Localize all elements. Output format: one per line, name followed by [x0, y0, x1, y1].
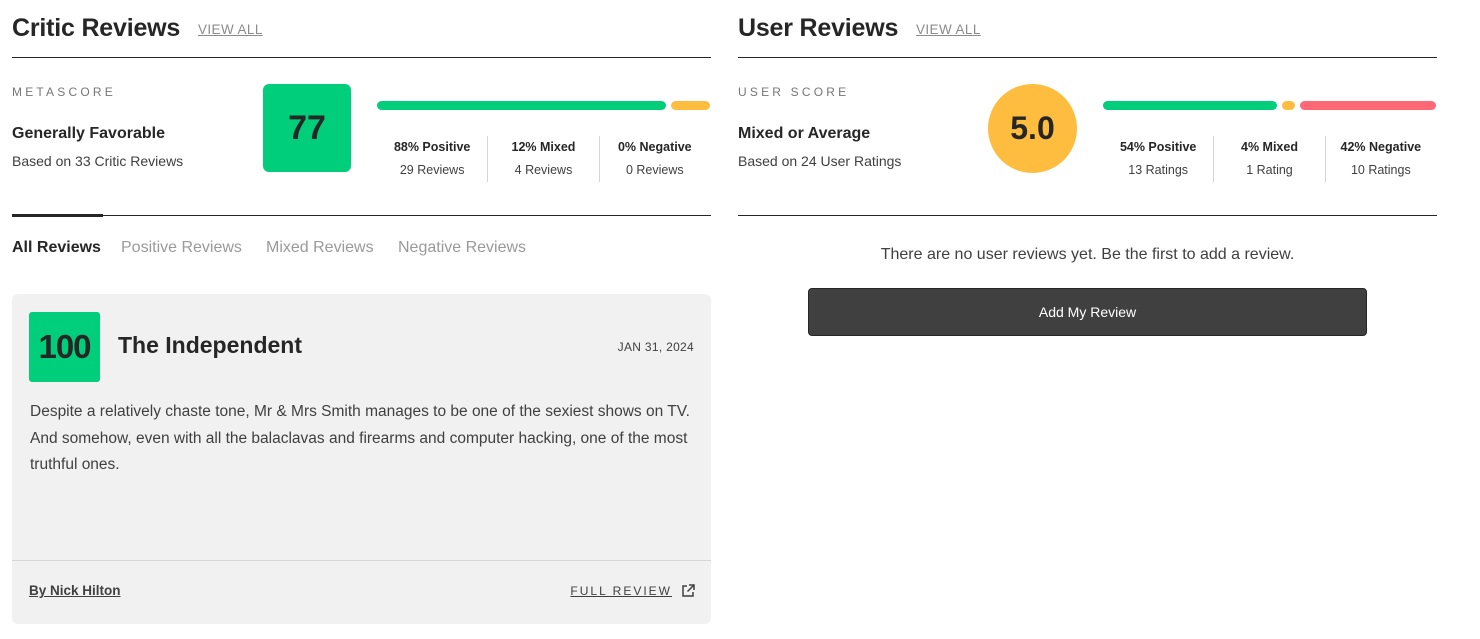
userscore-label: USER SCORE: [738, 85, 850, 99]
critic-review-count: Based on 33 Critic Reviews: [12, 153, 184, 169]
tab-negative-reviews[interactable]: Negative Reviews: [398, 239, 526, 257]
review-card-divider: [12, 560, 711, 561]
user-positive-count: 13 Ratings: [1128, 163, 1189, 177]
critic-distribution-bar: [377, 101, 710, 110]
user-view-all-link[interactable]: VIEW ALL: [916, 22, 981, 37]
critic-reviews-header: Critic Reviews VIEW ALL: [12, 0, 711, 58]
user-reviews-title: User Reviews: [738, 14, 899, 42]
review-publication[interactable]: The Independent: [118, 332, 302, 359]
user-negative-count: 10 Ratings: [1350, 163, 1411, 177]
critic-positive-count: 29 Reviews: [399, 163, 465, 177]
userscore-badge: 5.0: [988, 84, 1077, 173]
userscore-verdict: Mixed or Average: [738, 125, 871, 142]
tab-all-reviews[interactable]: All Reviews: [12, 239, 101, 257]
critic-positive-segment: [377, 101, 666, 110]
review-date: JAN 31, 2024: [617, 340, 694, 354]
tab-positive-reviews[interactable]: Positive Reviews: [121, 239, 242, 257]
critic-positive-stat[interactable]: 88% Positive 29 Reviews: [377, 136, 487, 182]
full-review-link[interactable]: FULL REVIEW: [570, 584, 695, 598]
critic-mixed-percent: 12% Mixed: [511, 140, 576, 154]
critic-negative-count: 0 Reviews: [625, 163, 684, 177]
critic-positive-percent: 88% Positive: [393, 140, 471, 154]
review-filter-tabs: All Reviews Positive Reviews Mixed Revie…: [12, 214, 711, 276]
no-user-reviews-message: There are no user reviews yet. Be the fi…: [880, 246, 1295, 263]
review-quote: Despite a relatively chaste tone, Mr & M…: [30, 403, 690, 473]
user-reviews-section: User Reviews VIEW ALL USER SCORE Mixed o…: [738, 0, 1437, 336]
metascore-verdict: Generally Favorable: [12, 125, 165, 142]
critic-review-card: 100 The Independent JAN 31, 2024 Despite…: [12, 294, 711, 624]
critic-negative-percent: 0% Negative: [617, 140, 692, 154]
metascore-summary: METASCORE Generally Favorable Based on 3…: [12, 58, 711, 216]
user-reviews-header: User Reviews VIEW ALL: [738, 0, 1437, 58]
userscore-summary: USER SCORE Mixed or Average Based on 24 …: [738, 58, 1437, 216]
critic-mixed-count: 4 Reviews: [514, 163, 573, 177]
review-author-link[interactable]: By Nick Hilton: [29, 583, 121, 598]
user-mixed-segment: [1282, 101, 1295, 110]
critic-distribution-stats: 88% Positive 29 Reviews 12% Mixed 4 Revi…: [377, 136, 710, 182]
user-positive-segment: [1103, 101, 1277, 110]
user-mixed-stat[interactable]: 4% Mixed 1 Rating: [1213, 136, 1324, 182]
user-positive-stat[interactable]: 54% Positive 13 Ratings: [1103, 136, 1213, 182]
review-score-badge: 100: [29, 312, 100, 382]
critic-mixed-stat[interactable]: 12% Mixed 4 Reviews: [487, 136, 598, 182]
user-negative-segment: [1300, 101, 1436, 110]
user-mixed-percent: 4% Mixed: [1241, 140, 1298, 154]
user-rating-count: Based on 24 User Ratings: [738, 153, 902, 169]
tab-mixed-reviews[interactable]: Mixed Reviews: [266, 239, 374, 257]
metascore-badge: 77: [263, 84, 351, 172]
active-tab-indicator: [12, 214, 103, 217]
user-distribution-bar: [1103, 101, 1436, 110]
critic-reviews-title: Critic Reviews: [12, 14, 181, 42]
user-negative-stat[interactable]: 42% Negative 10 Ratings: [1324, 136, 1436, 182]
user-distribution-stats: 54% Positive 13 Ratings 4% Mixed 1 Ratin…: [1103, 136, 1436, 182]
user-negative-percent: 42% Negative: [1340, 140, 1422, 154]
critic-mixed-segment: [671, 101, 710, 110]
critic-negative-stat[interactable]: 0% Negative 0 Reviews: [598, 136, 710, 182]
user-positive-percent: 54% Positive: [1119, 140, 1197, 154]
user-mixed-count: 1 Rating: [1246, 163, 1293, 177]
add-my-review-button[interactable]: Add My Review: [808, 288, 1367, 336]
metascore-label: METASCORE: [12, 85, 116, 99]
critic-reviews-section: Critic Reviews VIEW ALL METASCORE Genera…: [12, 0, 711, 624]
critic-view-all-link[interactable]: VIEW ALL: [198, 22, 263, 37]
external-link-icon: [682, 584, 695, 597]
full-review-label: FULL REVIEW: [570, 584, 672, 598]
